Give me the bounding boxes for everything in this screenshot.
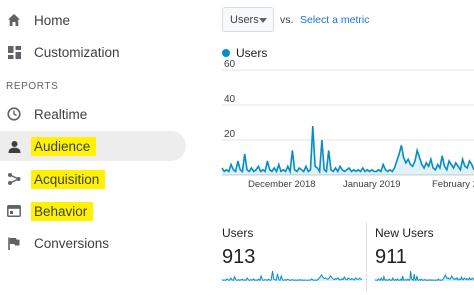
- nav-label-home: Home: [34, 12, 71, 28]
- scorecard-new-users[interactable]: New Users 911: [375, 226, 434, 269]
- users-sparkline: [222, 270, 362, 282]
- sparkline-line: [222, 270, 362, 282]
- scorecard-title: New Users: [375, 226, 434, 240]
- clock-icon: [6, 106, 22, 122]
- y-tick-label: 60: [224, 60, 236, 70]
- vs-label: vs.: [280, 14, 294, 26]
- main-content: Users vs. Select a metric Users 20 40 60 De…: [200, 0, 474, 295]
- select-metric-link[interactable]: Select a metric: [300, 14, 369, 26]
- nav-label-conversions: Conversions: [34, 235, 110, 251]
- x-tick-label: February 2: [432, 179, 474, 190]
- legend-series-name: Users: [236, 46, 268, 60]
- audience-highlight: Audience: [31, 136, 97, 156]
- x-tick-label: December 2018: [248, 179, 316, 190]
- nav-label-behavior: Behavior: [31, 201, 94, 221]
- x-tick-label: January 2019: [343, 179, 401, 190]
- metric-dropdown[interactable]: Users: [222, 7, 274, 32]
- nav-label-realtime: Realtime: [34, 106, 88, 122]
- nav-label-acquisition: Acquisition: [31, 169, 106, 189]
- scorecard-title: Users: [222, 226, 254, 240]
- reports-section-label: REPORTS: [6, 81, 59, 92]
- sparkline-line: [375, 270, 474, 282]
- scorecard-value: 913: [222, 246, 256, 268]
- home-icon: [6, 12, 22, 28]
- metric-dropdown-value: Users: [230, 13, 259, 26]
- new-users-sparkline: [375, 270, 474, 282]
- flag-icon: [6, 235, 22, 251]
- chevron-down-icon: [259, 18, 267, 23]
- users-line-chart[interactable]: 20 40 60 December 2018 January 2019 February …: [200, 60, 474, 190]
- nav-item-audience[interactable]: Audience: [0, 131, 186, 161]
- scorecard-value: 911: [375, 246, 407, 268]
- share-branch-icon: [6, 171, 22, 187]
- series-line-users: [221, 125, 474, 175]
- behavior-highlight: Behavior: [31, 201, 94, 221]
- sidebar-nav: Home Customization REPORTS Realtime Audi…: [0, 0, 200, 295]
- y-tick-label: 20: [224, 129, 236, 140]
- dashboard-grid-icon: [6, 44, 22, 60]
- browser-window-icon: [6, 203, 22, 219]
- chart-legend: Users: [222, 46, 267, 60]
- person-icon: [6, 138, 22, 154]
- scorecard-users[interactable]: Users 913: [222, 226, 255, 269]
- acquisition-highlight: Acquisition: [31, 169, 106, 189]
- series-color-dot: [222, 49, 230, 57]
- nav-label-customization: Customization: [34, 44, 120, 60]
- nav-label-audience: Audience: [31, 136, 97, 156]
- y-tick-label: 40: [224, 94, 236, 105]
- scorecard-divider: [366, 222, 367, 292]
